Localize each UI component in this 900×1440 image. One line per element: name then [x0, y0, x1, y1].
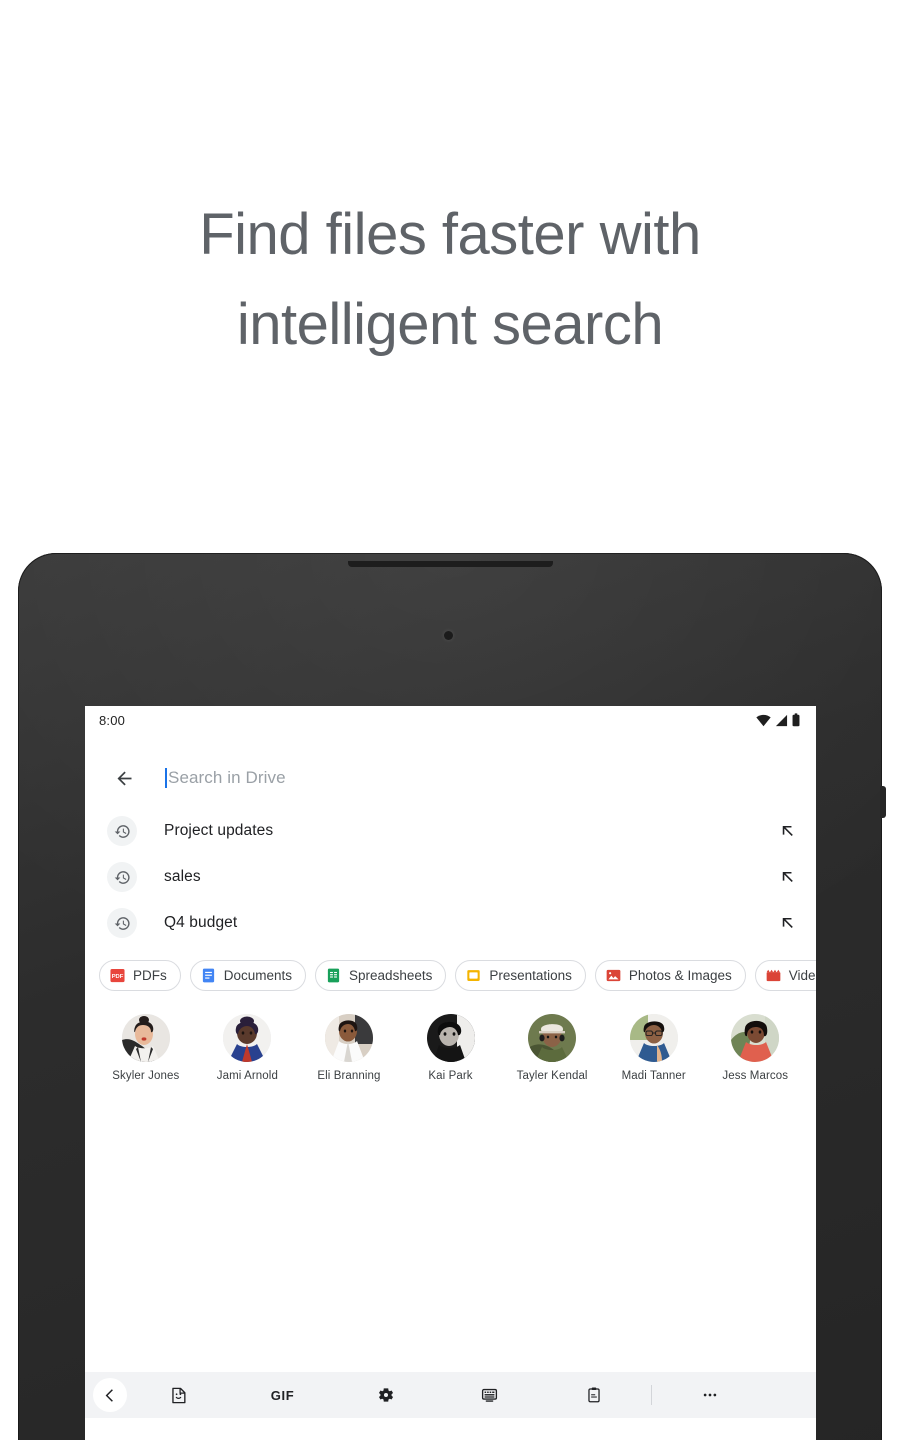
avatar — [731, 1014, 780, 1062]
avatar — [528, 1014, 577, 1062]
chip-label: PDFs — [133, 968, 167, 983]
keyboard-theme-icon[interactable] — [438, 1378, 542, 1412]
back-arrow-icon[interactable] — [109, 763, 139, 793]
history-item-label: sales — [164, 868, 201, 885]
filter-chip-pdfs[interactable]: PDF PDFs — [99, 960, 181, 991]
gif-icon[interactable]: GIF — [231, 1378, 335, 1412]
list-item[interactable]: sales — [85, 854, 816, 900]
chip-label: Presentations — [489, 968, 572, 983]
google-docs-icon — [202, 968, 214, 983]
person-chip[interactable]: Madi Tanner — [603, 1014, 705, 1082]
history-clock-icon — [107, 862, 137, 892]
gif-label: GIF — [270, 1387, 295, 1403]
toolbar-divider — [651, 1385, 653, 1405]
history-clock-icon — [107, 816, 137, 846]
battery-icon — [792, 713, 800, 727]
chip-label: Documents — [223, 968, 293, 983]
text-caret — [165, 768, 167, 788]
filter-chip-photos-images[interactable]: Photos & Images — [594, 960, 746, 991]
avatar — [426, 1014, 475, 1062]
avatar — [629, 1014, 678, 1062]
person-name: Tayler Kendal — [516, 1070, 588, 1082]
status-time: 8:00 — [99, 712, 126, 728]
search-bar[interactable]: Search in Drive — [85, 750, 816, 806]
front-camera-icon — [444, 631, 453, 640]
keyboard-bottom-strip — [85, 1418, 816, 1440]
search-placeholder: Search in Drive — [168, 768, 286, 787]
person-chip[interactable]: Eli Branning — [298, 1014, 400, 1082]
avatar — [121, 1014, 170, 1062]
chevron-left-icon[interactable] — [93, 1378, 127, 1412]
google-sheets-icon — [327, 968, 340, 983]
svg-text:PDF: PDF — [112, 974, 124, 980]
history-item-label: Q4 budget — [164, 914, 238, 931]
speaker-grille — [348, 561, 553, 567]
person-name: Jami Arnold — [216, 1070, 278, 1082]
power-button[interactable] — [880, 786, 886, 818]
pdf-file-icon: PDF — [110, 968, 125, 983]
wifi-icon — [756, 714, 771, 726]
chip-label: Photos & Images — [628, 968, 732, 983]
search-history-list: Project updates sales Q4 budget — [85, 806, 816, 946]
promo-screenshot: Find files faster with intelligent searc… — [0, 0, 900, 1440]
filter-chip-documents[interactable]: Documents — [189, 960, 307, 991]
photo-image-icon — [606, 969, 621, 982]
overflow-menu-icon[interactable] — [658, 1378, 762, 1412]
clipboard-icon[interactable] — [542, 1378, 646, 1412]
chip-label: Videos — [788, 968, 816, 983]
arrow-up-left-icon[interactable] — [774, 910, 800, 936]
cellular-signal-icon — [775, 714, 788, 726]
history-item-label: Project updates — [164, 822, 274, 839]
arrow-up-left-icon[interactable] — [774, 818, 800, 844]
person-chip[interactable]: Jami Arnold — [197, 1014, 299, 1082]
list-item[interactable]: Q4 budget — [85, 900, 816, 946]
video-clapperboard-icon — [766, 969, 781, 982]
person-chip[interactable]: Kai Park — [400, 1014, 502, 1082]
list-item[interactable]: Project updates — [85, 808, 816, 854]
sticker-icon[interactable] — [127, 1378, 231, 1412]
avatar — [223, 1014, 272, 1062]
person-chip[interactable]: Tayler Kendal — [501, 1014, 603, 1082]
people-suggestions-row: Skyler Jones Jami Arnold Eli Branning Ka… — [85, 1001, 816, 1082]
google-slides-icon — [467, 970, 481, 981]
filter-chip-presentations[interactable]: Presentations — [455, 960, 586, 991]
status-bar: 8:00 — [85, 706, 816, 734]
settings-gear-icon[interactable] — [334, 1378, 438, 1412]
history-clock-icon — [107, 908, 137, 938]
person-name: Kai Park — [428, 1070, 473, 1082]
person-chip[interactable]: Skyler Jones — [95, 1014, 197, 1082]
avatar — [324, 1014, 373, 1062]
status-icons — [756, 713, 800, 727]
person-chip[interactable]: Jess Marcos — [704, 1014, 806, 1082]
person-name: Skyler Jones — [112, 1070, 180, 1082]
person-name: Eli Branning — [317, 1070, 381, 1082]
chip-label: Spreadsheets — [349, 968, 433, 983]
page-title: Find files faster with intelligent searc… — [199, 202, 701, 357]
arrow-up-left-icon[interactable] — [774, 864, 800, 890]
filter-chip-spreadsheets[interactable]: Spreadsheets — [315, 960, 447, 991]
keyboard-toolbar[interactable]: GIF — [85, 1372, 816, 1418]
tablet-screen: 8:00 Search in Drive Project updates sal… — [85, 706, 816, 1440]
person-name: Jess Marcos — [722, 1070, 789, 1082]
filter-chip-videos[interactable]: Videos — [754, 960, 816, 991]
filter-chips-row[interactable]: PDF PDFs Documents Spreadsheets Presenta… — [85, 946, 816, 1001]
search-input[interactable]: Search in Drive — [165, 762, 804, 794]
person-name: Madi Tanner — [621, 1070, 686, 1082]
